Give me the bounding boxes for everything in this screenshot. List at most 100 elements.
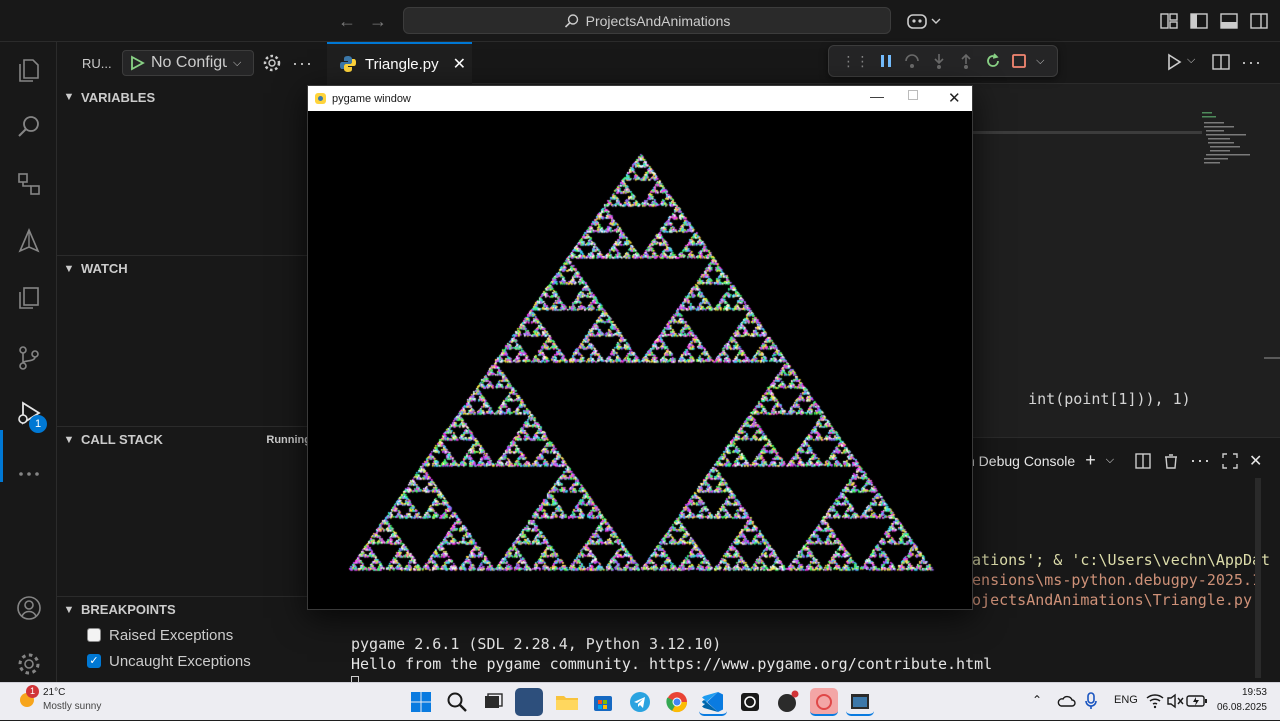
maximize-panel-icon[interactable] — [1221, 452, 1239, 470]
weather-sun-icon[interactable]: 1 — [16, 685, 39, 710]
taskbar-search-icon[interactable] — [443, 688, 471, 716]
close-icon[interactable]: ✕ — [453, 54, 466, 74]
panel-scrollbar[interactable] — [1255, 478, 1261, 678]
split-terminal-icon[interactable] — [1134, 452, 1152, 470]
terminal-command-line: nations'; & 'c:\Users\vechn\AppDat — [963, 551, 1270, 569]
pause-icon[interactable] — [878, 53, 894, 69]
toggle-panel-icon[interactable] — [1218, 10, 1240, 32]
python-file-icon — [340, 56, 356, 72]
weather-badge: 1 — [26, 685, 39, 698]
minimap[interactable] — [1200, 110, 1260, 180]
trash-icon[interactable] — [1162, 452, 1180, 470]
chevron-down-icon: ▼ — [63, 433, 75, 446]
close-panel-icon[interactable]: ✕ — [1249, 451, 1262, 471]
github-app-icon[interactable] — [773, 688, 801, 716]
copilot-icon[interactable] — [906, 10, 942, 32]
source-control-graph-icon[interactable] — [0, 156, 57, 212]
customize-layout-icon[interactable] — [1158, 10, 1180, 32]
battery-icon[interactable] — [1186, 693, 1208, 709]
store-icon[interactable] — [589, 688, 617, 716]
python-debug-app-icon[interactable] — [810, 688, 838, 716]
pygame-title-bar[interactable]: pygame window — ✕ — [308, 86, 972, 111]
split-editor-icon[interactable] — [1211, 52, 1231, 72]
clock-date[interactable]: 06.08.2025 — [1211, 702, 1267, 713]
debug-console-tab[interactable]: n Debug Console — [967, 453, 1075, 469]
weather-temp[interactable]: 21°C — [43, 687, 65, 698]
chevron-down-icon: ▼ — [63, 262, 75, 275]
step-out-icon[interactable] — [957, 52, 975, 70]
step-over-icon[interactable] — [903, 52, 921, 70]
checkbox-checked[interactable]: ✓ — [87, 654, 101, 668]
config-label: No Configu — [151, 54, 227, 71]
wifi-icon[interactable] — [1146, 693, 1164, 709]
copy-files-icon[interactable] — [0, 270, 57, 326]
sierpinski-triangle-canvas[interactable] — [308, 111, 972, 609]
chevron-up-icon[interactable]: ⌃ — [1032, 693, 1042, 707]
source-control-icon[interactable] — [0, 330, 57, 386]
terminal-app-icon[interactable] — [736, 688, 764, 716]
launch-config-dropdown[interactable]: No Configu ⌵ — [122, 50, 254, 76]
start-debugging-icon[interactable] — [129, 55, 145, 71]
more-icon[interactable] — [0, 446, 57, 502]
run-file-icon[interactable] — [1164, 52, 1184, 72]
run-and-debug-icon[interactable]: 1 — [0, 387, 57, 439]
breakpoints-section-header[interactable]: ▼ BREAKPOINTS — [57, 596, 327, 622]
toggle-secondary-sidebar-icon[interactable] — [1248, 10, 1270, 32]
chevron-down-icon[interactable]: ⌵ — [1106, 454, 1114, 467]
toggle-sidebar-icon[interactable] — [1188, 10, 1210, 32]
forward-icon[interactable]: → — [366, 9, 390, 33]
account-icon[interactable] — [0, 580, 57, 636]
stop-icon[interactable] — [1011, 53, 1027, 69]
search-icon[interactable] — [0, 99, 57, 155]
microphone-icon[interactable] — [1084, 692, 1098, 710]
watch-section-header[interactable]: ▼ WATCH — [57, 255, 327, 281]
ellipsis-icon[interactable]: ··· — [1190, 450, 1211, 471]
volume-muted-icon[interactable] — [1166, 693, 1184, 709]
call-stack-status: Running — [266, 433, 311, 446]
pygame-title: pygame window — [332, 92, 411, 105]
add-terminal-icon[interactable]: + — [1085, 450, 1096, 471]
horizontal-scrollbar[interactable] — [972, 131, 1202, 134]
command-center-search[interactable]: ProjectsAndAnimations — [403, 7, 891, 34]
drag-handle-icon[interactable]: ⋮⋮ — [841, 53, 869, 70]
weather-desc[interactable]: Mostly sunny — [43, 701, 101, 712]
back-icon[interactable]: ← — [335, 9, 359, 33]
call-stack-section-header[interactable]: ▼ CALL STACK Running — [57, 426, 327, 452]
tab-triangle-py[interactable]: Triangle.py ✕ — [327, 42, 472, 84]
breakpoint-uncaught-exceptions[interactable]: ✓ Uncaught Exceptions — [87, 649, 251, 673]
variables-section-header[interactable]: ▼ VARIABLES — [57, 84, 327, 110]
onedrive-cloud-icon[interactable] — [1056, 693, 1076, 709]
call-stack-title: CALL STACK — [81, 432, 163, 447]
terminal-command-line: rojectsAndAnimations\Triangle.py' — [963, 591, 1261, 609]
start-windows-icon[interactable] — [407, 688, 435, 716]
maximize-icon[interactable] — [908, 90, 918, 100]
breakpoint-raised-exceptions[interactable]: Raised Exceptions — [87, 623, 233, 647]
terminal-output-line: Hello from the pygame community. https:/… — [351, 655, 993, 673]
restart-icon[interactable] — [984, 52, 1002, 70]
pygame-taskbar-icon[interactable] — [846, 688, 874, 716]
task-view-icon[interactable] — [479, 688, 507, 716]
minimize-icon[interactable]: — — [870, 88, 884, 104]
extension-triangle-icon[interactable] — [0, 213, 57, 269]
chevron-down-icon[interactable]: ⌵ — [1187, 54, 1195, 67]
panel-tab-bar: n Debug Console + ⌵ ··· ✕ — [967, 450, 1262, 471]
overview-ruler-mark — [1264, 357, 1280, 359]
app-icon-1[interactable] — [515, 688, 543, 716]
language-indicator[interactable]: ENG — [1114, 694, 1138, 706]
ellipsis-icon[interactable]: ··· — [292, 53, 313, 74]
chevron-down-icon[interactable]: ⌵ — [1036, 55, 1044, 68]
explorer-icon[interactable] — [0, 42, 57, 98]
close-window-icon[interactable]: ✕ — [948, 89, 961, 107]
clock-time[interactable]: 19:53 — [1211, 687, 1267, 698]
chevron-down-icon: ▼ — [63, 603, 75, 616]
checkbox[interactable] — [87, 628, 101, 642]
ellipsis-icon[interactable]: ··· — [1241, 52, 1262, 73]
file-explorer-icon[interactable] — [553, 688, 581, 716]
chrome-icon[interactable] — [663, 688, 691, 716]
gear-icon[interactable] — [262, 53, 282, 73]
step-into-icon[interactable] — [930, 52, 948, 70]
pygame-window[interactable]: pygame window — ✕ — [307, 85, 973, 610]
watch-title: WATCH — [81, 261, 128, 276]
vscode-icon[interactable] — [699, 688, 727, 716]
telegram-icon[interactable] — [626, 688, 654, 716]
